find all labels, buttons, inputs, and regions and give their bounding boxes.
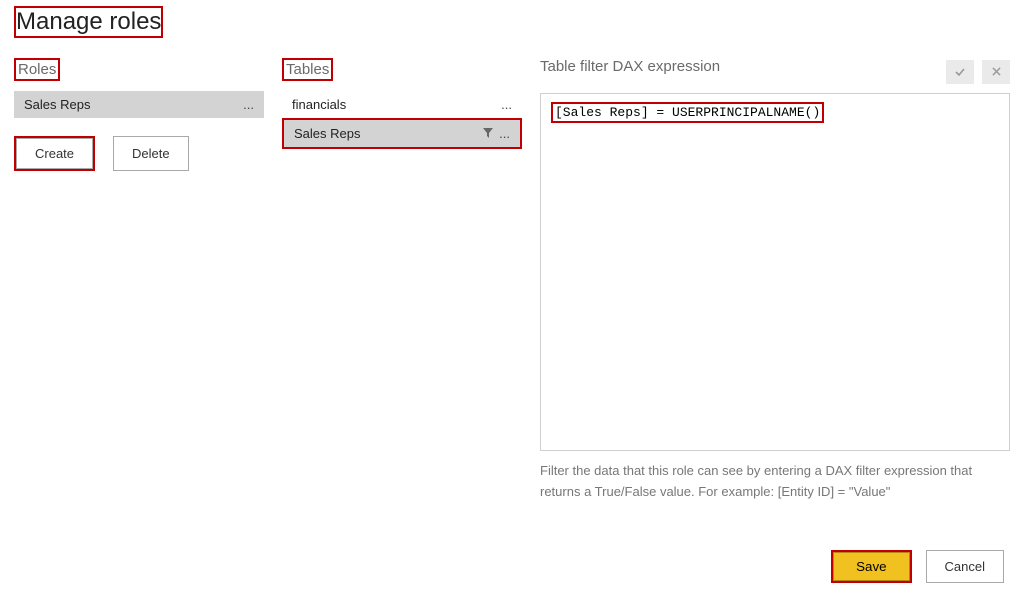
dax-expression-text: [Sales Reps] = USERPRINCIPALNAME(): [551, 102, 824, 123]
table-item-label: financials: [292, 97, 346, 112]
roles-column: Roles Sales Reps ... Create Delete: [14, 58, 264, 532]
expression-heading: Table filter DAX expression: [540, 58, 720, 75]
roles-list: Sales Reps ...: [14, 91, 264, 118]
dialog-footer: Save Cancel: [14, 532, 1010, 599]
delete-button[interactable]: Delete: [113, 136, 189, 171]
clear-button[interactable]: [982, 60, 1010, 84]
table-item-sales-reps[interactable]: Sales Reps ...: [284, 120, 520, 147]
expression-help-text: Filter the data that this role can see b…: [540, 461, 1010, 503]
check-button[interactable]: [946, 60, 974, 84]
cancel-button[interactable]: Cancel: [926, 550, 1004, 583]
expression-toolbar: [946, 60, 1010, 84]
tables-heading: Tables: [282, 58, 333, 81]
dialog-title: Manage roles: [14, 6, 163, 38]
filter-icon: [483, 126, 493, 141]
tables-list: financials ... Sales Reps ...: [282, 91, 522, 149]
expression-column: Table filter DAX expression [Sales Reps]…: [540, 58, 1010, 532]
ellipsis-icon[interactable]: ...: [501, 98, 512, 111]
table-item-financials[interactable]: financials ...: [282, 91, 522, 118]
ellipsis-icon[interactable]: ...: [243, 98, 254, 111]
table-item-label: Sales Reps: [294, 126, 360, 141]
role-item-sales-reps[interactable]: Sales Reps ...: [14, 91, 264, 118]
manage-roles-dialog: Manage roles Roles Sales Reps ... Create…: [0, 0, 1024, 599]
ellipsis-icon[interactable]: ...: [499, 127, 510, 140]
roles-heading: Roles: [14, 58, 60, 81]
save-button[interactable]: Save: [833, 552, 909, 581]
tables-column: Tables financials ... Sales Reps ...: [282, 58, 522, 532]
dax-expression-editor[interactable]: [Sales Reps] = USERPRINCIPALNAME(): [540, 93, 1010, 451]
roles-buttons: Create Delete: [14, 136, 264, 171]
role-item-label: Sales Reps: [24, 97, 90, 112]
create-button[interactable]: Create: [16, 138, 93, 169]
main-area: Roles Sales Reps ... Create Delete Table…: [14, 58, 1010, 532]
